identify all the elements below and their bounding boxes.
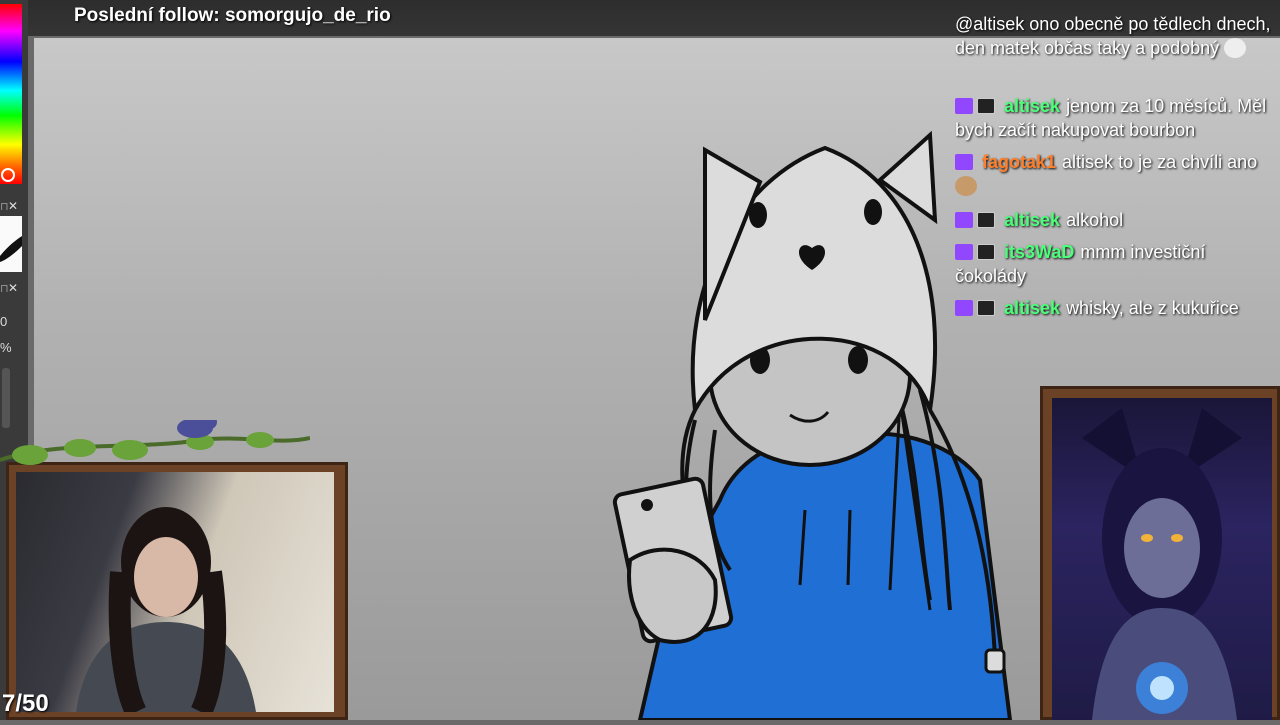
bird-icon [177,420,217,438]
chat-username[interactable]: altisek [1004,210,1060,230]
progress-counter: 7/50 [2,690,49,717]
bits-badge-icon [977,98,995,114]
subscriber-badge-icon [955,244,973,260]
bits-badge-icon [977,212,995,228]
streamer-silhouette [76,507,256,717]
chat-message-text: jenom za 10 měsíců. Měl bych začít nakup… [955,96,1267,140]
face-emote-icon [955,176,977,196]
bits-badge-icon [977,300,995,316]
last-follow-label: Poslední follow: somorgujo_de_rio [74,5,391,26]
bits-badge-icon [977,244,995,260]
chat-message: its3WaD mmm investiční čokolády [955,240,1275,288]
chat-username[interactable]: altisek [1004,96,1060,116]
brush-size-value: 0 [0,314,8,329]
chat-message: altisek whisky, ale z kukuřice [955,296,1275,320]
webcam-feed [16,472,334,717]
chat-message: altisek alkohol [955,208,1275,232]
chat-message-text: @altisek ono obecně po tědlech dnech, de… [955,14,1271,58]
tool-scrollbar[interactable] [2,368,10,428]
chat-username[interactable]: altisek [1004,298,1060,318]
close-icon[interactable]: ✕ [8,281,18,295]
subscriber-badge-icon [955,98,973,114]
hue-slider[interactable] [0,4,22,184]
chat-message-text: whisky, ale z kukuřice [1066,298,1239,318]
subscriber-badge-icon [955,212,973,228]
chat-panel: @altisek ono obecně po tědlech dnech, de… [955,0,1275,350]
subscriber-badge-icon [955,154,973,170]
close-icon[interactable]: ✕ [8,199,18,213]
chat-message: fagotak1 altisek to je za chvíli ano [955,150,1275,198]
chat-username[interactable]: fagotak1 [982,152,1056,172]
hue-selector-handle[interactable] [1,168,15,182]
character-portrait [1052,398,1272,720]
brush-preview [0,216,22,272]
chat-username[interactable]: its3WaD [1004,242,1074,262]
chat-message-text: altisek to je za chvíli ano [1062,152,1258,172]
chat-message: @altisek ono obecně po tědlech dnech, de… [955,12,1275,60]
opacity-value: % [0,340,12,355]
vine-decoration [0,420,310,465]
portrait-art [1082,408,1242,720]
subscriber-badge-icon [955,300,973,316]
chat-message: altisek jenom za 10 měsíců. Měl bych začí… [955,94,1275,142]
chat-message-text: alkohol [1066,210,1124,230]
smile-emote-icon [1224,38,1247,58]
